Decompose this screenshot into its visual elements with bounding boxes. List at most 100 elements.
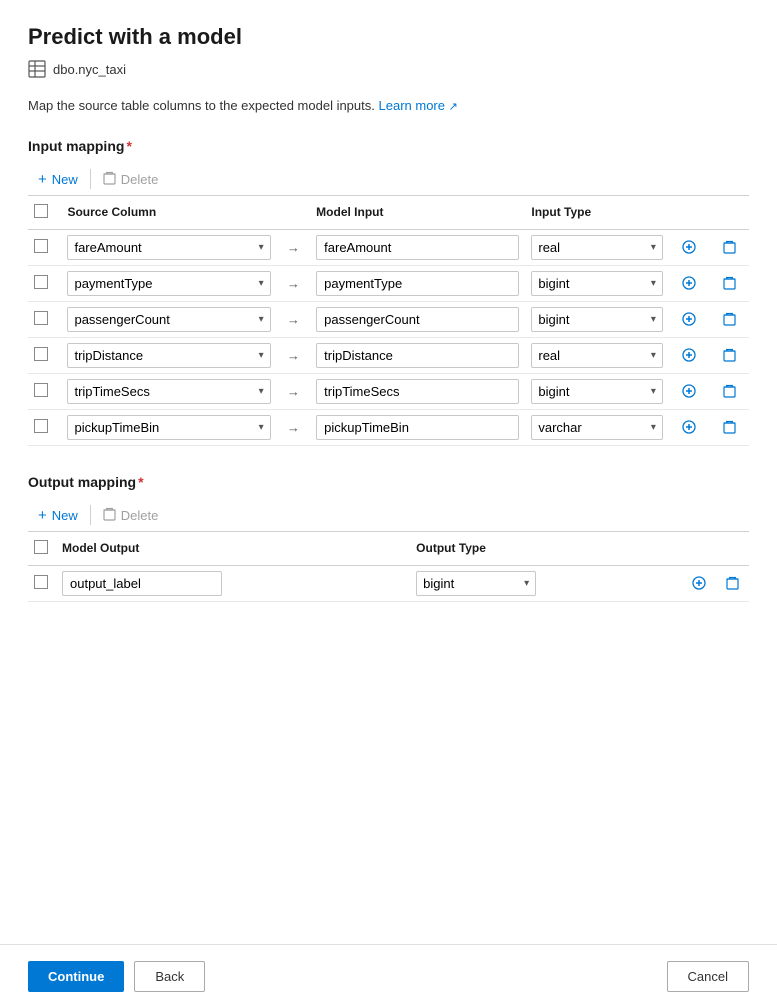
- input-table-row: pickupTimeBin ▾ → varchar ▾: [28, 409, 749, 445]
- arrow-cell: →: [277, 337, 310, 373]
- toolbar-divider-out: [90, 505, 91, 525]
- delete-row-button-1[interactable]: [719, 274, 740, 292]
- model-input-field-2[interactable]: [316, 307, 519, 332]
- delete-output-row-button-0[interactable]: [722, 574, 743, 592]
- input-type-header: Input Type: [525, 196, 668, 230]
- chevron-down-icon: ▾: [259, 386, 264, 397]
- input-new-button[interactable]: + New: [28, 164, 88, 195]
- output-delete-button[interactable]: Delete: [93, 500, 169, 531]
- model-output-header: Model Output: [56, 532, 410, 566]
- input-type-select-2[interactable]: bigint ▾: [531, 307, 662, 332]
- output-type-header: Output Type: [410, 532, 682, 566]
- out-del-col-header: [716, 532, 749, 566]
- input-row-checkbox-4[interactable]: [34, 383, 48, 397]
- table-source: dbo.nyc_taxi: [28, 60, 749, 78]
- input-type-select-5[interactable]: varchar ▾: [531, 415, 662, 440]
- chevron-down-icon: ▾: [259, 422, 264, 433]
- input-header-checkbox-cell: [28, 196, 61, 230]
- chevron-down-icon: ▾: [259, 350, 264, 361]
- input-type-select-4[interactable]: bigint ▾: [531, 379, 662, 404]
- delete-row-button-4[interactable]: [719, 382, 740, 400]
- delete-row-button-5[interactable]: [719, 418, 740, 436]
- add-row-button-0[interactable]: [678, 238, 700, 256]
- learn-more-link[interactable]: Learn more: [379, 98, 445, 113]
- arrow-cell: →: [277, 301, 310, 337]
- chevron-down-icon: ▾: [651, 422, 656, 433]
- output-select-all-checkbox[interactable]: [34, 540, 48, 554]
- delete-row-button-0[interactable]: [719, 238, 740, 256]
- plus-icon-out: +: [38, 507, 47, 524]
- input-mapping-toolbar: + New Delete: [28, 164, 749, 196]
- model-input-field-5[interactable]: [316, 415, 519, 440]
- chevron-down-icon: ▾: [651, 350, 656, 361]
- source-column-select-0[interactable]: fareAmount ▾: [67, 235, 270, 260]
- continue-button[interactable]: Continue: [28, 961, 124, 992]
- input-row-checkbox-1[interactable]: [34, 275, 48, 289]
- arrow-cell: →: [277, 265, 310, 301]
- model-output-field-0[interactable]: [62, 571, 222, 596]
- external-link-icon: ↗: [449, 101, 458, 113]
- chevron-down-icon: ▾: [651, 314, 656, 325]
- input-select-all-checkbox[interactable]: [34, 204, 48, 218]
- chevron-down-icon: ▾: [524, 578, 529, 589]
- trash-icon: [103, 171, 116, 188]
- toolbar-divider: [90, 169, 91, 189]
- delete-row-button-3[interactable]: [719, 346, 740, 364]
- description: Map the source table columns to the expe…: [28, 96, 749, 116]
- trash-icon-out: [103, 507, 116, 524]
- arrow-header: [277, 196, 310, 230]
- input-type-select-3[interactable]: real ▾: [531, 343, 662, 368]
- arrow-cell: →: [277, 373, 310, 409]
- output-header-checkbox-cell: [28, 532, 56, 566]
- source-column-select-2[interactable]: passengerCount ▾: [67, 307, 270, 332]
- output-type-select-0[interactable]: bigint ▾: [416, 571, 536, 596]
- input-row-checkbox-5[interactable]: [34, 419, 48, 433]
- add-row-button-2[interactable]: [678, 310, 700, 328]
- model-input-header: Model Input: [310, 196, 525, 230]
- source-column-select-4[interactable]: tripTimeSecs ▾: [67, 379, 270, 404]
- model-input-field-0[interactable]: [316, 235, 519, 260]
- dialog-footer: Continue Back Cancel: [0, 944, 777, 1008]
- output-new-button[interactable]: + New: [28, 500, 88, 531]
- plus-icon: +: [38, 171, 47, 188]
- source-column-select-5[interactable]: pickupTimeBin ▾: [67, 415, 270, 440]
- add-row-button-5[interactable]: [678, 418, 700, 436]
- cancel-button[interactable]: Cancel: [667, 961, 749, 992]
- chevron-down-icon: ▾: [259, 278, 264, 289]
- chevron-down-icon: ▾: [651, 242, 656, 253]
- output-mapping-section: Output mapping* + New Delete: [28, 474, 749, 602]
- model-input-field-4[interactable]: [316, 379, 519, 404]
- input-type-select-0[interactable]: real ▾: [531, 235, 662, 260]
- source-column-header: Source Column: [61, 196, 276, 230]
- add-row-button-1[interactable]: [678, 274, 700, 292]
- add-col-header: [669, 196, 710, 230]
- source-column-select-3[interactable]: tripDistance ▾: [67, 343, 270, 368]
- del-col-header: [709, 196, 749, 230]
- input-row-checkbox-0[interactable]: [34, 239, 48, 253]
- output-mapping-title: Output mapping*: [28, 474, 749, 490]
- input-delete-button[interactable]: Delete: [93, 164, 169, 195]
- back-button[interactable]: Back: [134, 961, 205, 992]
- predict-model-dialog: Predict with a model dbo.nyc_taxi Map th…: [0, 0, 777, 1008]
- output-row-checkbox-0[interactable]: [34, 575, 48, 589]
- delete-row-button-2[interactable]: [719, 310, 740, 328]
- input-table-row: paymentType ▾ → bigint ▾: [28, 265, 749, 301]
- output-mapping-toolbar: + New Delete: [28, 500, 749, 532]
- add-output-row-button-0[interactable]: [688, 574, 710, 592]
- add-row-button-3[interactable]: [678, 346, 700, 364]
- out-add-col-header: [682, 532, 716, 566]
- input-row-checkbox-2[interactable]: [34, 311, 48, 325]
- input-row-checkbox-3[interactable]: [34, 347, 48, 361]
- required-star: *: [126, 138, 131, 154]
- input-table-row: passengerCount ▾ → bigint ▾: [28, 301, 749, 337]
- input-type-select-1[interactable]: bigint ▾: [531, 271, 662, 296]
- model-input-field-1[interactable]: [316, 271, 519, 296]
- source-column-select-1[interactable]: paymentType ▾: [67, 271, 270, 296]
- output-table-row: bigint ▾: [28, 565, 749, 601]
- input-mapping-title: Input mapping*: [28, 138, 749, 154]
- required-star-out: *: [138, 474, 143, 490]
- model-input-field-3[interactable]: [316, 343, 519, 368]
- chevron-down-icon: ▾: [651, 386, 656, 397]
- add-row-button-4[interactable]: [678, 382, 700, 400]
- chevron-down-icon: ▾: [259, 314, 264, 325]
